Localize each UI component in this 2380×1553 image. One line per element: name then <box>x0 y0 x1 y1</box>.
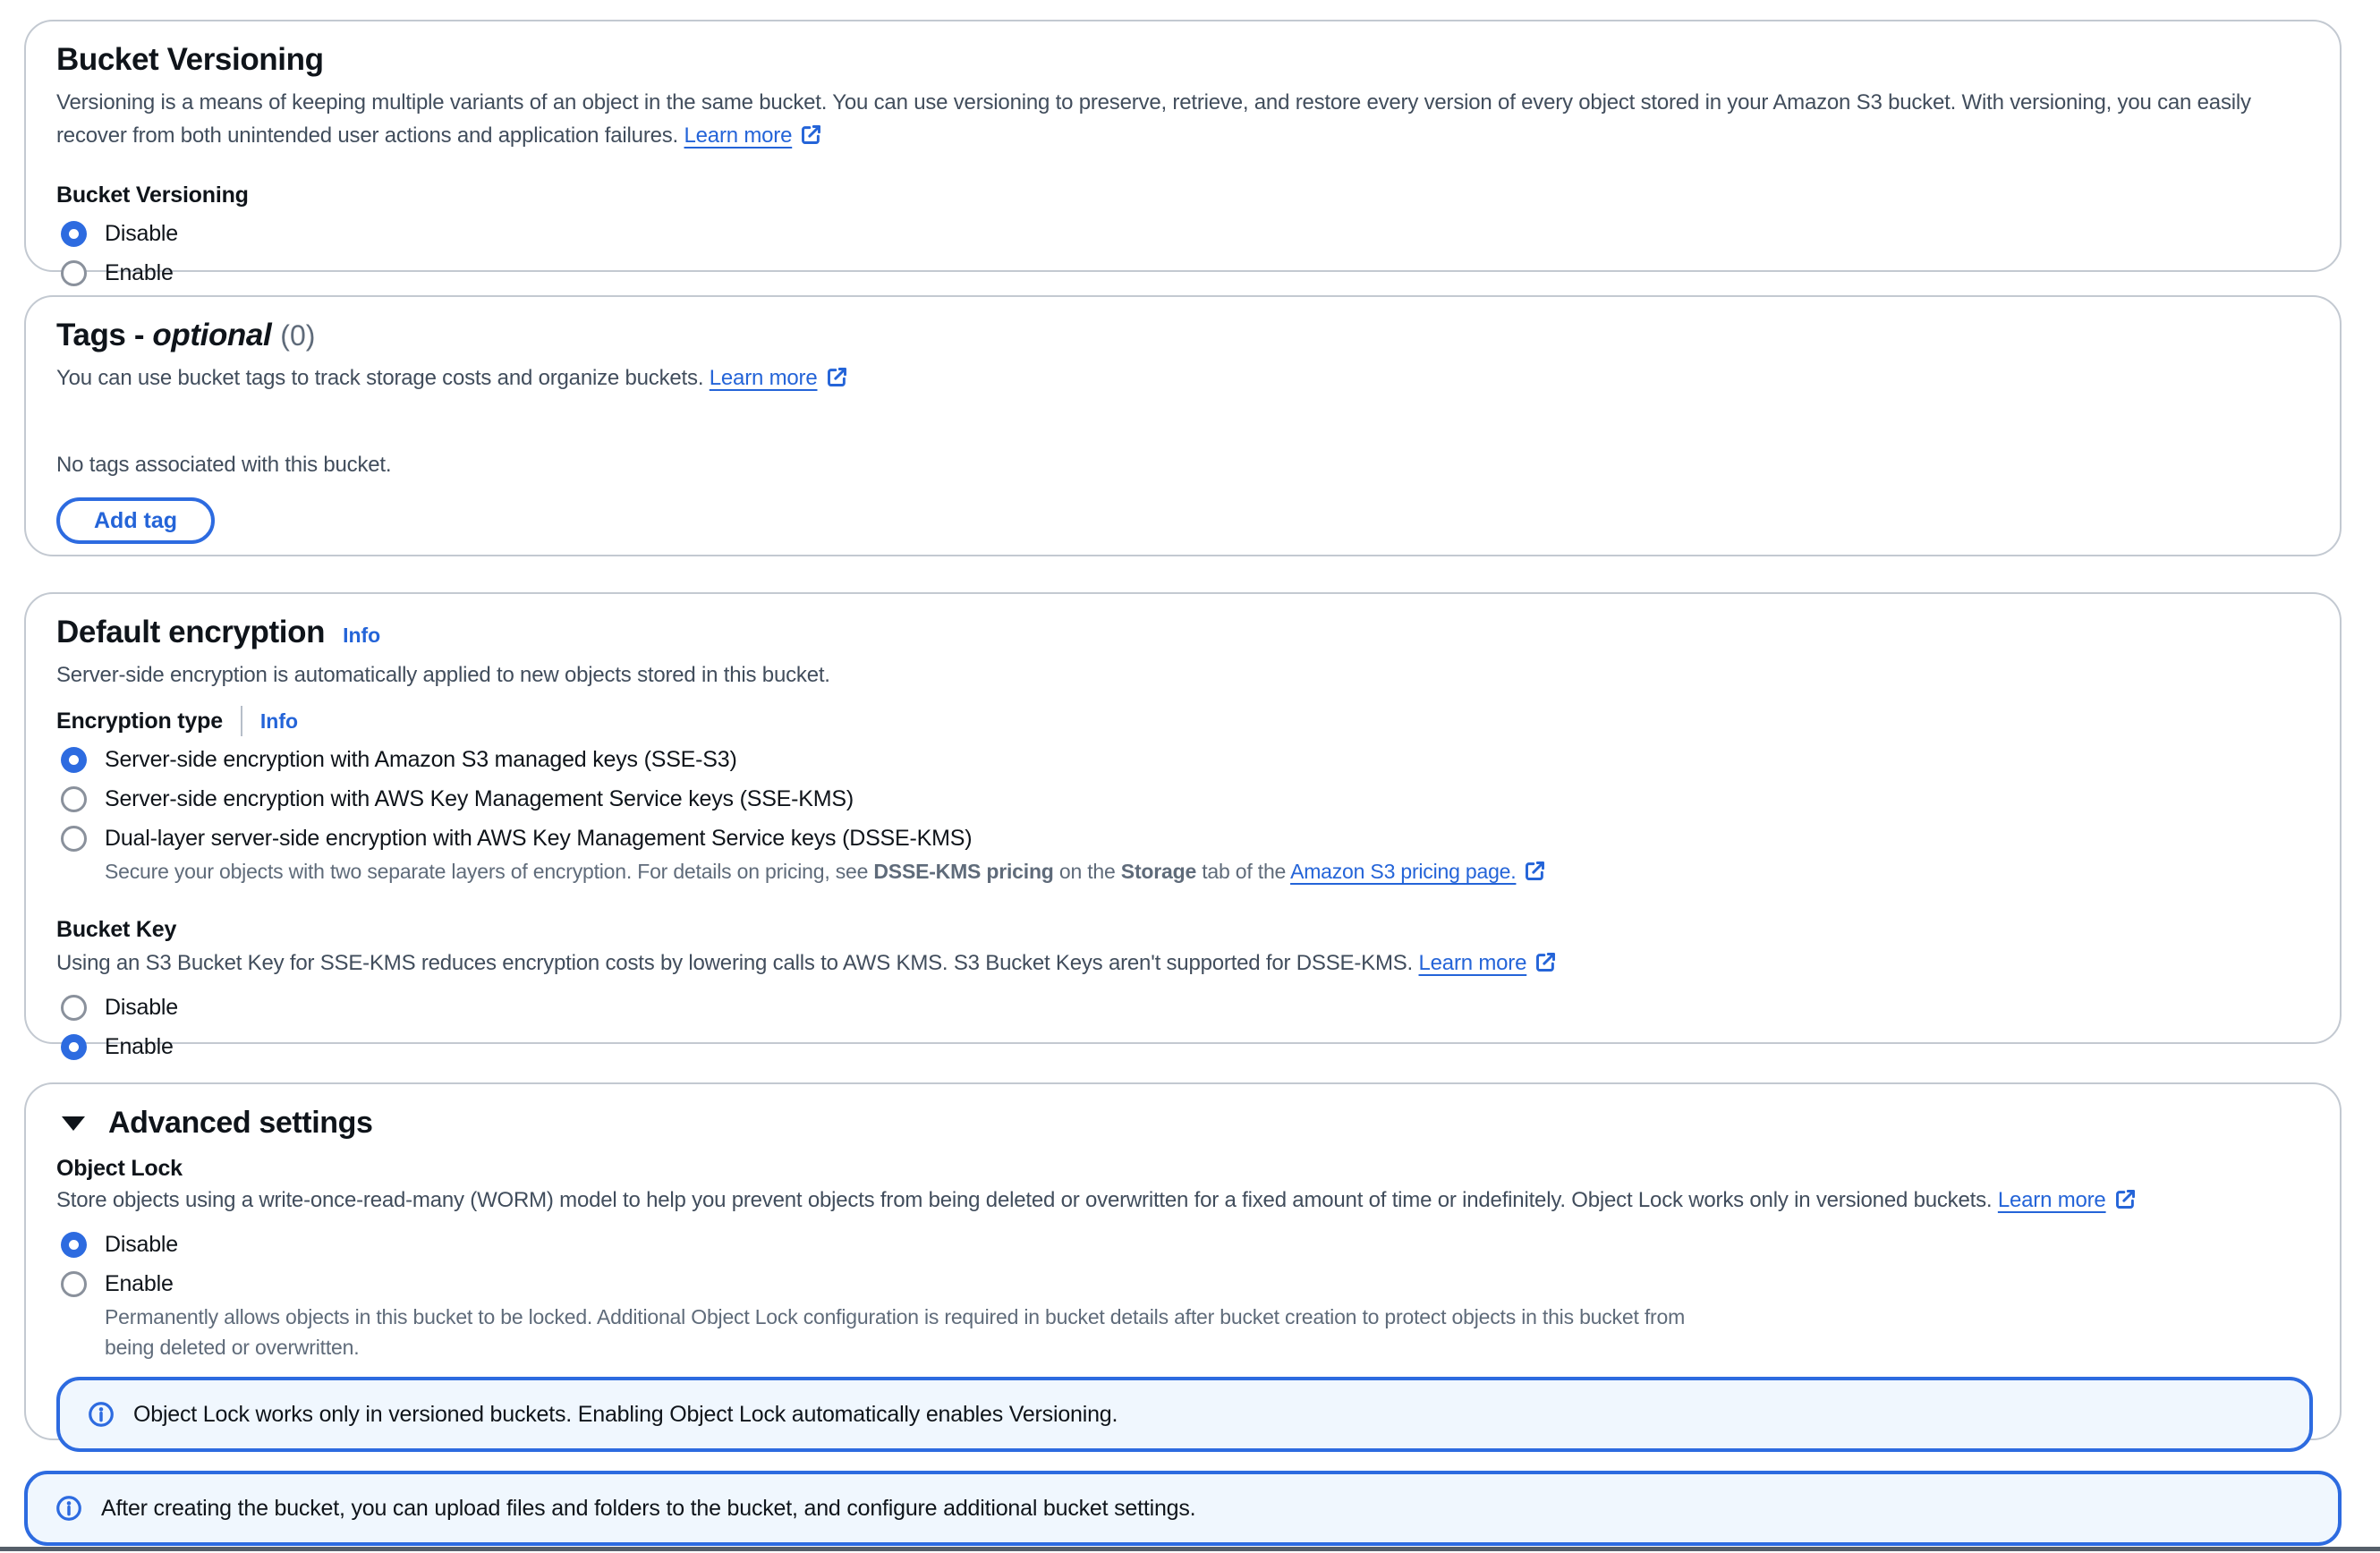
dsse-kms-note: Secure your objects with two separate la… <box>105 856 2309 891</box>
object-lock-enable-option[interactable]: Enable <box>56 1268 2309 1300</box>
external-link-icon <box>799 123 823 157</box>
add-tag-button[interactable]: Add tag <box>56 497 215 544</box>
tags-count: (0) <box>280 319 315 352</box>
section-title-tags: Tags - optional(0) <box>56 315 2309 356</box>
external-link-icon <box>1523 859 1547 891</box>
encryption-sse-kms-option[interactable]: Server-side encryption with AWS Key Mana… <box>56 783 2309 815</box>
alert-message: After creating the bucket, you can uploa… <box>101 1496 1195 1522</box>
info-icon <box>55 1494 83 1523</box>
radio-button[interactable] <box>61 995 87 1021</box>
advanced-settings-card: Advanced settings Object Lock Store obje… <box>24 1082 2342 1440</box>
info-icon <box>87 1400 115 1429</box>
object-lock-disable-option[interactable]: Disable <box>56 1228 2309 1260</box>
radio-button[interactable] <box>61 260 87 286</box>
external-link-icon <box>2113 1187 2138 1221</box>
create-bucket-settings-page: Bucket Versioning Versioning is a means … <box>0 0 2380 1553</box>
radio-button[interactable] <box>61 786 87 812</box>
section-title-default-encryption: Default encryption <box>56 612 325 653</box>
learn-more-link[interactable]: Learn more <box>684 123 793 148</box>
radio-button[interactable] <box>61 1034 87 1060</box>
external-link-icon <box>825 365 849 399</box>
radio-label[interactable]: Disable <box>105 1232 178 1258</box>
divider <box>241 706 242 736</box>
info-link[interactable]: Info <box>260 709 298 734</box>
viewport-bottom-edge <box>0 1547 2380 1551</box>
radio-label[interactable]: Enable <box>105 1271 174 1297</box>
versioning-disable-option[interactable]: Disable <box>56 217 2309 250</box>
caret-down-icon[interactable] <box>62 1116 85 1131</box>
no-tags-message: No tags associated with this bucket. <box>56 449 2309 481</box>
object-lock-enable-note: Permanently allows objects in this bucke… <box>105 1302 1715 1362</box>
learn-more-link[interactable]: Learn more <box>1998 1188 2106 1212</box>
footer-info-alert: After creating the bucket, you can uploa… <box>24 1471 2342 1546</box>
learn-more-link[interactable]: Learn more <box>710 366 818 390</box>
bucket-key-disable-option[interactable]: Disable <box>56 991 2309 1023</box>
bucket-versioning-card: Bucket Versioning Versioning is a means … <box>24 20 2342 272</box>
radio-label[interactable]: Dual-layer server-side encryption with A… <box>105 826 972 852</box>
radio-button[interactable] <box>61 1271 87 1297</box>
bucket-key-enable-option[interactable]: Enable <box>56 1031 2309 1063</box>
bucket-versioning-description-text: Versioning is a means of keeping multipl… <box>56 90 2251 148</box>
radio-button[interactable] <box>61 1232 87 1258</box>
radio-label[interactable]: Disable <box>105 995 178 1021</box>
bucket-versioning-field-label: Bucket Versioning <box>56 180 2309 210</box>
radio-label[interactable]: Disable <box>105 221 178 247</box>
alert-message: Object Lock works only in versioned buck… <box>133 1402 1118 1428</box>
object-lock-description: Store objects using a write-once-read-ma… <box>56 1184 2302 1221</box>
tags-description: You can use bucket tags to track storage… <box>56 361 2302 399</box>
default-encryption-card: Default encryption Info Server-side encr… <box>24 592 2342 1044</box>
pricing-page-link[interactable]: Amazon S3 pricing page. <box>1290 860 1516 883</box>
info-link[interactable]: Info <box>343 624 380 648</box>
external-link-icon <box>1534 950 1558 984</box>
radio-button[interactable] <box>61 747 87 773</box>
object-lock-info-alert: Object Lock works only in versioned buck… <box>56 1377 2313 1452</box>
encryption-sse-s3-option[interactable]: Server-side encryption with Amazon S3 ma… <box>56 743 2309 776</box>
tags-optional-label: optional <box>152 318 271 352</box>
radio-label[interactable]: Enable <box>105 1034 174 1060</box>
versioning-enable-option[interactable]: Enable <box>56 257 2309 289</box>
radio-button[interactable] <box>61 826 87 852</box>
radio-label[interactable]: Enable <box>105 260 174 286</box>
radio-label[interactable]: Server-side encryption with Amazon S3 ma… <box>105 747 737 773</box>
advanced-settings-title: Advanced settings <box>108 1106 373 1141</box>
section-title-bucket-versioning: Bucket Versioning <box>56 39 2309 81</box>
bucket-key-label: Bucket Key <box>56 914 2309 945</box>
default-encryption-description: Server-side encryption is automatically … <box>56 658 2302 692</box>
tags-card: Tags - optional(0) You can use bucket ta… <box>24 295 2342 556</box>
encryption-type-label: Encryption type <box>56 706 223 736</box>
learn-more-link[interactable]: Learn more <box>1419 951 1527 975</box>
radio-label[interactable]: Server-side encryption with AWS Key Mana… <box>105 786 854 812</box>
bucket-versioning-description: Versioning is a means of keeping multipl… <box>56 86 2302 157</box>
radio-button[interactable] <box>61 221 87 247</box>
encryption-dsse-kms-option[interactable]: Dual-layer server-side encryption with A… <box>56 822 2309 854</box>
advanced-settings-toggle[interactable]: Advanced settings <box>56 1106 2309 1141</box>
bucket-key-description: Using an S3 Bucket Key for SSE-KMS reduc… <box>56 946 2302 984</box>
object-lock-label: Object Lock <box>56 1153 2309 1184</box>
